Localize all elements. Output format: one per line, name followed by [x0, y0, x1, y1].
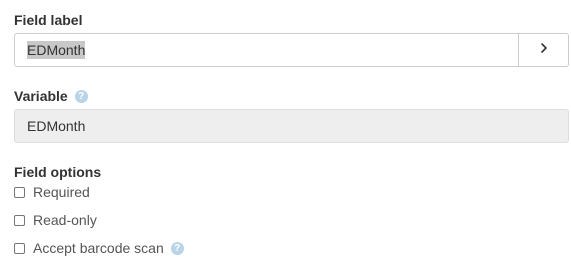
option-accept-barcode-scan[interactable]: Accept barcode scan ?	[14, 239, 184, 257]
field-properties-panel: Field label EDMonth Variable? EDMonth Fi…	[0, 0, 571, 269]
variable-heading-text: Variable	[14, 88, 68, 104]
field-label-input[interactable]: EDMonth	[15, 34, 518, 66]
field-label-next-button[interactable]	[518, 34, 568, 66]
accept-barcode-scan-checkbox[interactable]	[14, 242, 25, 254]
chevron-right-icon	[539, 41, 549, 59]
question-circle-icon[interactable]: ?	[170, 241, 184, 255]
field-options-heading: Field options	[14, 164, 102, 180]
variable-value: EDMonth	[27, 118, 86, 134]
required-checkbox[interactable]	[14, 186, 25, 198]
field-label-value: EDMonth	[27, 41, 86, 59]
field-label-input-group: EDMonth	[14, 33, 569, 67]
variable-readonly-field: EDMonth	[14, 109, 569, 143]
required-label[interactable]: Required	[33, 184, 90, 200]
option-required[interactable]: Required	[14, 183, 90, 201]
field-label-heading: Field label	[14, 12, 83, 28]
variable-heading: Variable?	[14, 87, 88, 105]
read-only-checkbox[interactable]	[14, 214, 25, 226]
accept-barcode-scan-label[interactable]: Accept barcode scan	[33, 240, 164, 256]
read-only-label[interactable]: Read-only	[33, 212, 97, 228]
option-read-only[interactable]: Read-only	[14, 211, 97, 229]
question-circle-icon[interactable]: ?	[74, 89, 88, 103]
